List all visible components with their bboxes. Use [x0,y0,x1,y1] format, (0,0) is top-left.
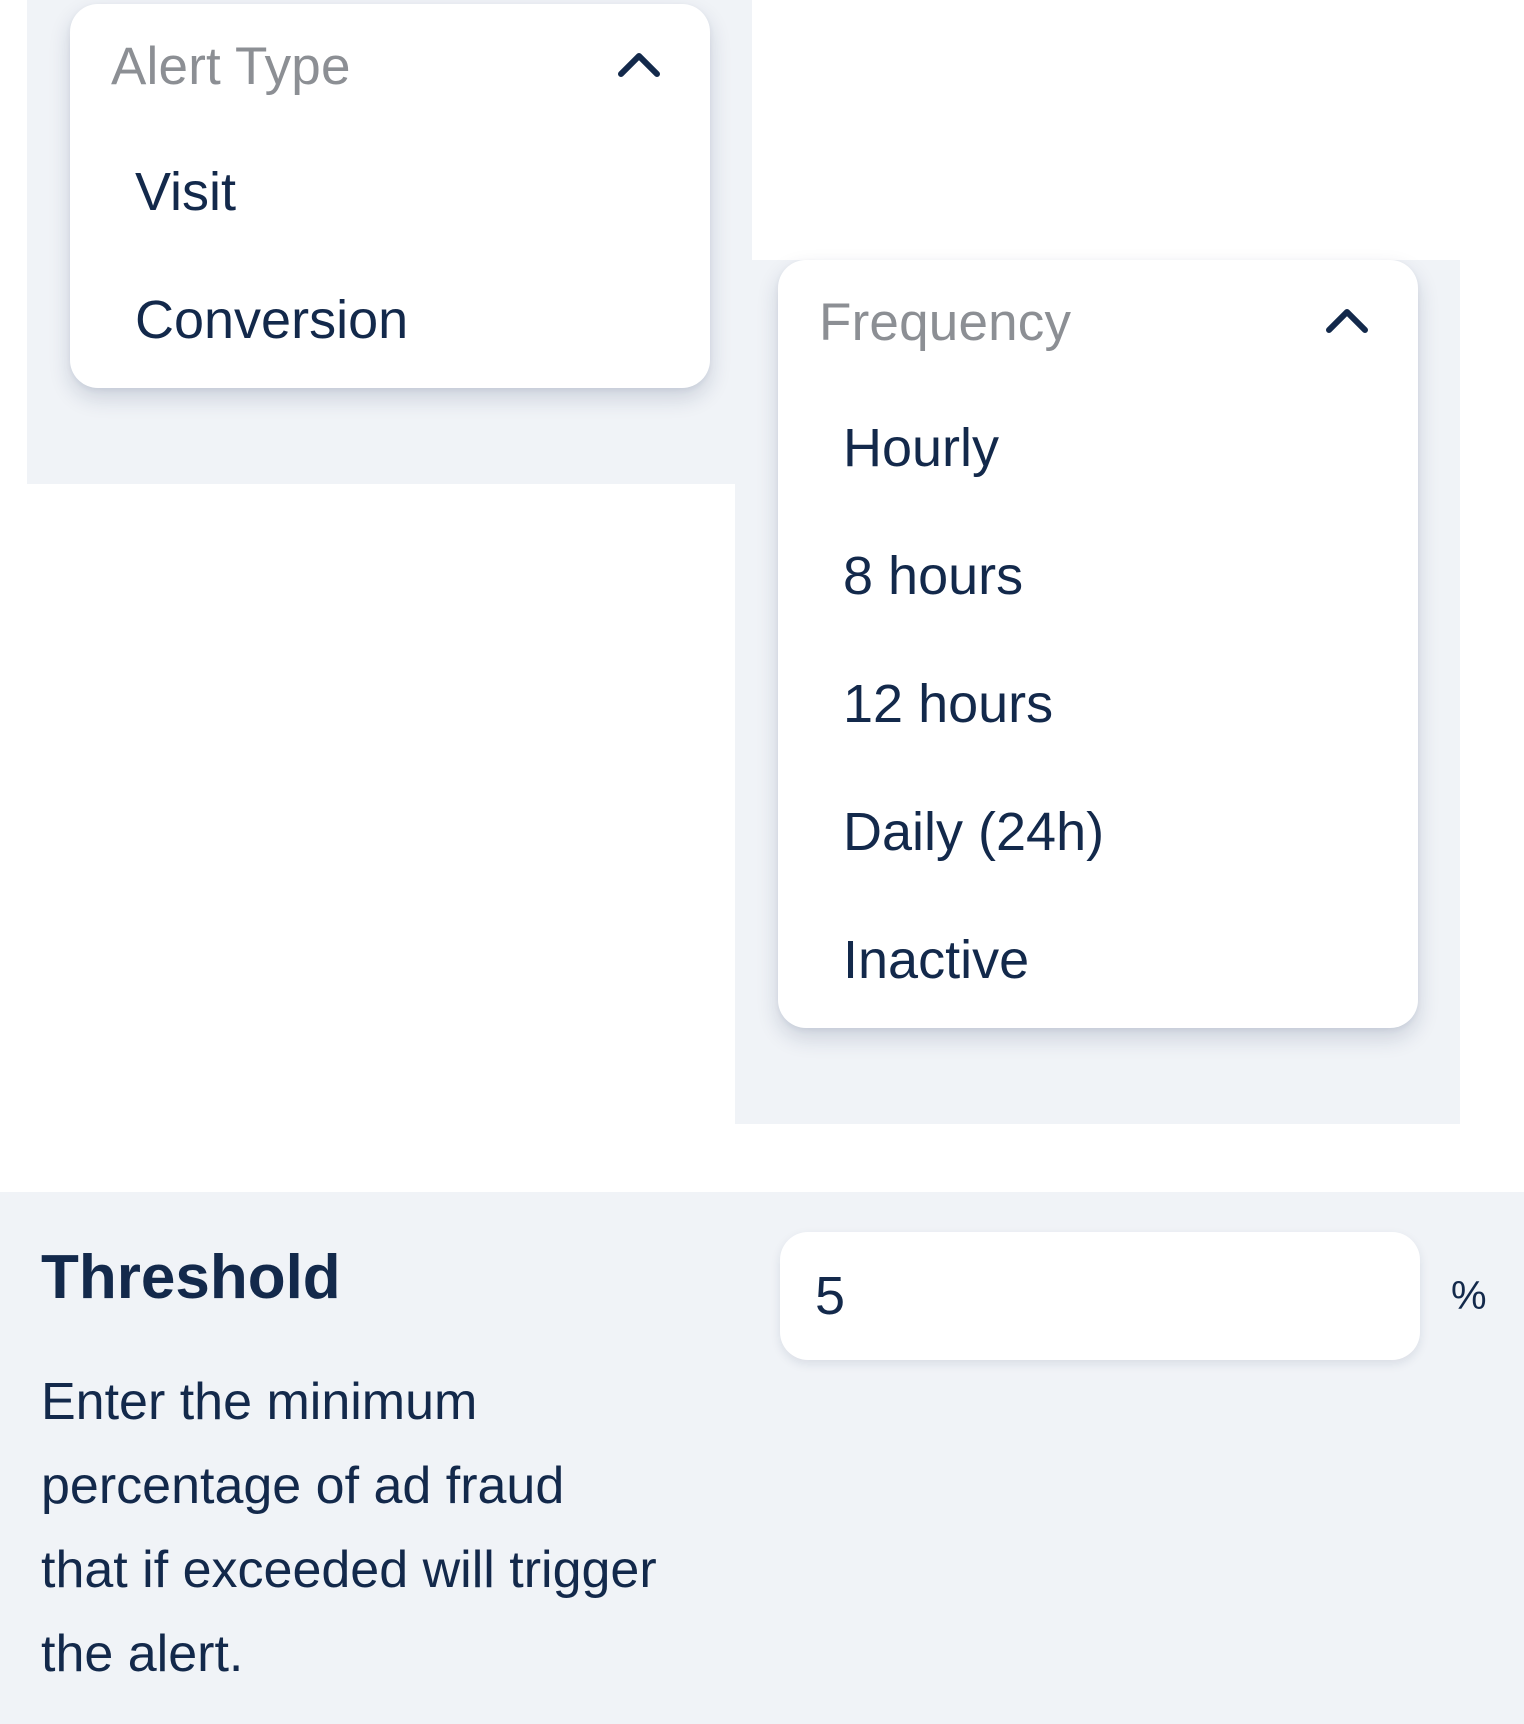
threshold-description: Enter the minimum percentage of ad fraud… [41,1373,657,1683]
chevron-up-icon[interactable] [1324,306,1370,334]
frequency-select[interactable]: Frequency [778,260,1418,384]
alert-settings-page: Alert Type Visit Conversion Frequency Ho… [0,0,1524,1724]
frequency-option-inactive[interactable]: Inactive [778,896,1418,1024]
frequency-option-hourly[interactable]: Hourly [778,384,1418,512]
frequency-placeholder: Frequency [819,292,1072,352]
frequency-dropdown: Frequency Hourly 8 hours 12 hours Daily … [778,260,1418,1028]
threshold-title: Threshold [41,1243,341,1312]
percent-unit-label: % [1451,1274,1487,1318]
frequency-option-daily[interactable]: Daily (24h) [778,768,1418,896]
alert-type-placeholder: Alert Type [111,36,351,96]
frequency-option-8-hours[interactable]: 8 hours [778,512,1418,640]
alert-type-option-visit[interactable]: Visit [70,128,710,256]
frequency-option-12-hours[interactable]: 12 hours [778,640,1418,768]
threshold-input[interactable] [780,1232,1420,1360]
alert-type-dropdown: Alert Type Visit Conversion [70,4,710,388]
alert-type-select[interactable]: Alert Type [70,4,710,128]
alert-type-option-conversion[interactable]: Conversion [70,256,710,384]
chevron-up-icon[interactable] [616,50,662,78]
